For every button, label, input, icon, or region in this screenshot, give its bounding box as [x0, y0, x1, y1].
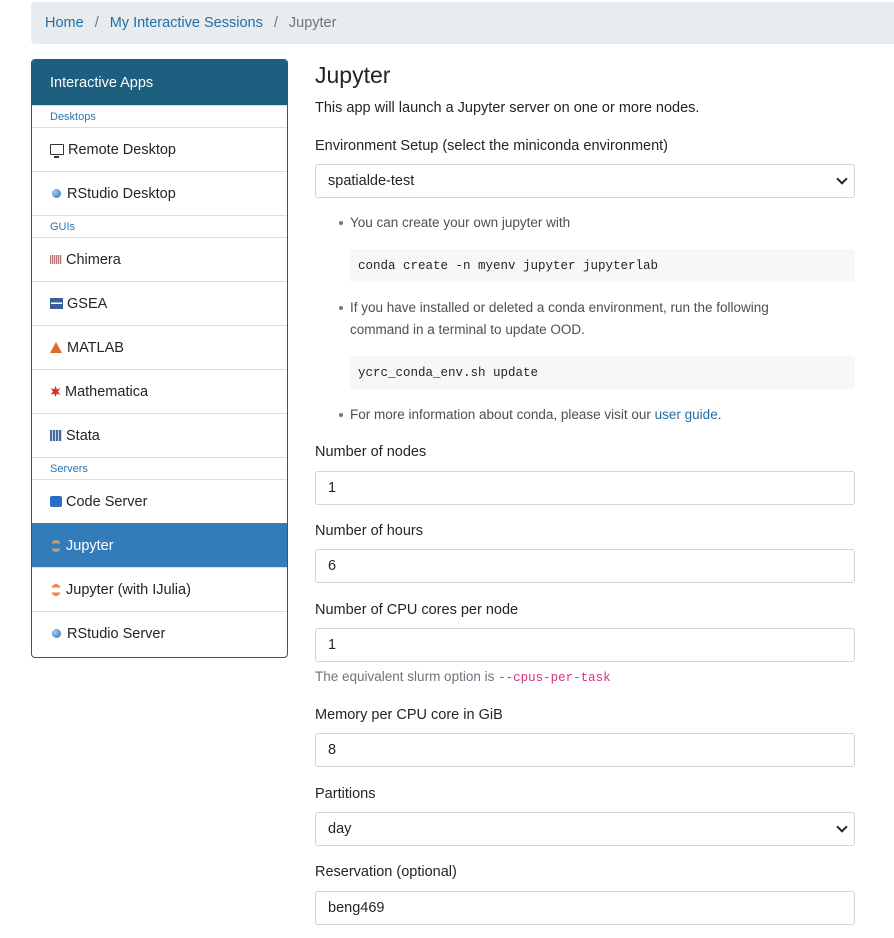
- hours-input[interactable]: 6: [315, 549, 855, 583]
- sidebar-item-label: Jupyter: [66, 537, 114, 554]
- chimera-icon: [50, 255, 62, 264]
- breadcrumb-separator: /: [94, 15, 99, 31]
- tip-user-guide-prefix: For more information about conda, please…: [350, 407, 655, 422]
- sidebar-item-label: Chimera: [66, 251, 121, 268]
- sidebar-item-rstudio-desktop[interactable]: RStudio Desktop: [32, 171, 287, 215]
- hours-label: Number of hours: [315, 523, 423, 539]
- cpus-input[interactable]: 1: [315, 628, 855, 662]
- sidebar-item-label: GSEA: [67, 295, 108, 312]
- reservation-label: Reservation (optional): [315, 864, 457, 880]
- tip-update-line1: If you have installed or deleted a conda…: [350, 300, 769, 315]
- sidebar-section-desktops: Desktops: [32, 105, 287, 127]
- hours-input-value: 6: [328, 558, 337, 574]
- stata-icon: [50, 430, 62, 441]
- matlab-icon: [50, 342, 62, 353]
- cpus-help-text: The equivalent slurm option is --cpus-pe…: [315, 669, 611, 685]
- tip-user-guide: For more information about conda, please…: [350, 407, 721, 422]
- nodes-label: Number of nodes: [315, 444, 427, 460]
- sidebar-item-rstudio-server[interactable]: RStudio Server: [32, 611, 287, 655]
- rstudio-icon: [52, 629, 61, 638]
- sidebar-item-jupyter[interactable]: Jupyter: [32, 523, 287, 567]
- environment-label: Environment Setup (select the miniconda …: [315, 138, 669, 154]
- tip-user-guide-suffix: .: [717, 407, 722, 422]
- sidebar-item-label: Code Server: [66, 493, 148, 510]
- breadcrumb-home-link[interactable]: Home: [45, 15, 84, 31]
- nodes-input[interactable]: 1: [315, 471, 855, 505]
- sidebar-item-label: Remote Desktop: [68, 141, 176, 158]
- breadcrumb-current: Jupyter: [288, 15, 337, 31]
- sidebar-title: Interactive Apps: [32, 60, 287, 105]
- breadcrumb-separator: /: [273, 15, 278, 31]
- monitor-icon: [50, 144, 64, 158]
- sidebar-item-label: Stata: [66, 427, 100, 444]
- jupyter-icon: [51, 583, 61, 596]
- breadcrumb: Home / My Interactive Sessions / Jupyter: [31, 2, 894, 44]
- sidebar-item-jupyter-ijulia[interactable]: Jupyter (with IJulia): [32, 567, 287, 611]
- jupyter-icon: [51, 539, 61, 552]
- memory-label: Memory per CPU core in GiB: [315, 707, 503, 723]
- bullet-icon: [339, 221, 346, 228]
- reservation-input[interactable]: beng469: [315, 891, 855, 925]
- sidebar-item-mathematica[interactable]: Mathematica: [32, 369, 287, 413]
- page-title: Jupyter: [315, 62, 391, 88]
- environment-select-value: spatialde-test: [328, 173, 415, 189]
- cpus-label: Number of CPU cores per node: [315, 602, 519, 618]
- cpus-input-value: 1: [328, 637, 337, 653]
- partitions-label: Partitions: [315, 786, 376, 802]
- cpus-help-prefix: The equivalent slurm option is: [315, 669, 499, 684]
- rstudio-icon: [52, 189, 61, 198]
- code-server-icon: [50, 496, 62, 507]
- sidebar-item-gsea[interactable]: GSEA: [32, 281, 287, 325]
- sidebar-item-label: Mathematica: [65, 383, 149, 400]
- sidebar-item-label: Jupyter (with IJulia): [66, 581, 191, 598]
- cpus-help-code: --cpus-per-task: [498, 671, 611, 685]
- mathematica-icon: [50, 386, 61, 397]
- memory-input[interactable]: 8: [315, 733, 855, 767]
- memory-input-value: 8: [328, 742, 337, 758]
- code-block-update: ycrc_conda_env.sh update: [350, 356, 855, 389]
- bullet-icon: [339, 306, 346, 313]
- tip-update-line2: command in a terminal to update OOD.: [350, 322, 585, 337]
- app-description: This app will launch a Jupyter server on…: [315, 100, 700, 116]
- sidebar-item-label: MATLAB: [67, 339, 124, 356]
- sidebar-item-code-server[interactable]: Code Server: [32, 479, 287, 523]
- tip-create-env: You can create your own jupyter with: [350, 215, 571, 230]
- partitions-select-value: day: [328, 821, 352, 837]
- reservation-input-value: beng469: [328, 900, 385, 916]
- bullet-icon: [339, 413, 346, 420]
- partitions-select[interactable]: day: [315, 812, 855, 846]
- gsea-icon: [50, 298, 63, 309]
- interactive-apps-sidebar: Interactive Apps Desktops Remote Desktop…: [31, 59, 288, 658]
- chevron-down-icon: [836, 822, 848, 834]
- sidebar-item-remote-desktop[interactable]: Remote Desktop: [32, 127, 287, 171]
- sidebar-item-label: RStudio Server: [67, 625, 166, 642]
- code-block-create: conda create -n myenv jupyter jupyterlab: [350, 249, 855, 282]
- sidebar-section-guis: GUIs: [32, 215, 287, 237]
- breadcrumb-sessions-link[interactable]: My Interactive Sessions: [110, 15, 263, 31]
- sidebar-item-matlab[interactable]: MATLAB: [32, 325, 287, 369]
- sidebar-item-label: RStudio Desktop: [67, 185, 176, 202]
- sidebar-section-servers: Servers: [32, 457, 287, 479]
- user-guide-link[interactable]: user guide: [655, 407, 718, 422]
- environment-select[interactable]: spatialde-test: [315, 164, 855, 198]
- chevron-down-icon: [836, 174, 848, 186]
- sidebar-item-chimera[interactable]: Chimera: [32, 237, 287, 281]
- nodes-input-value: 1: [328, 480, 337, 496]
- sidebar-item-stata[interactable]: Stata: [32, 413, 287, 457]
